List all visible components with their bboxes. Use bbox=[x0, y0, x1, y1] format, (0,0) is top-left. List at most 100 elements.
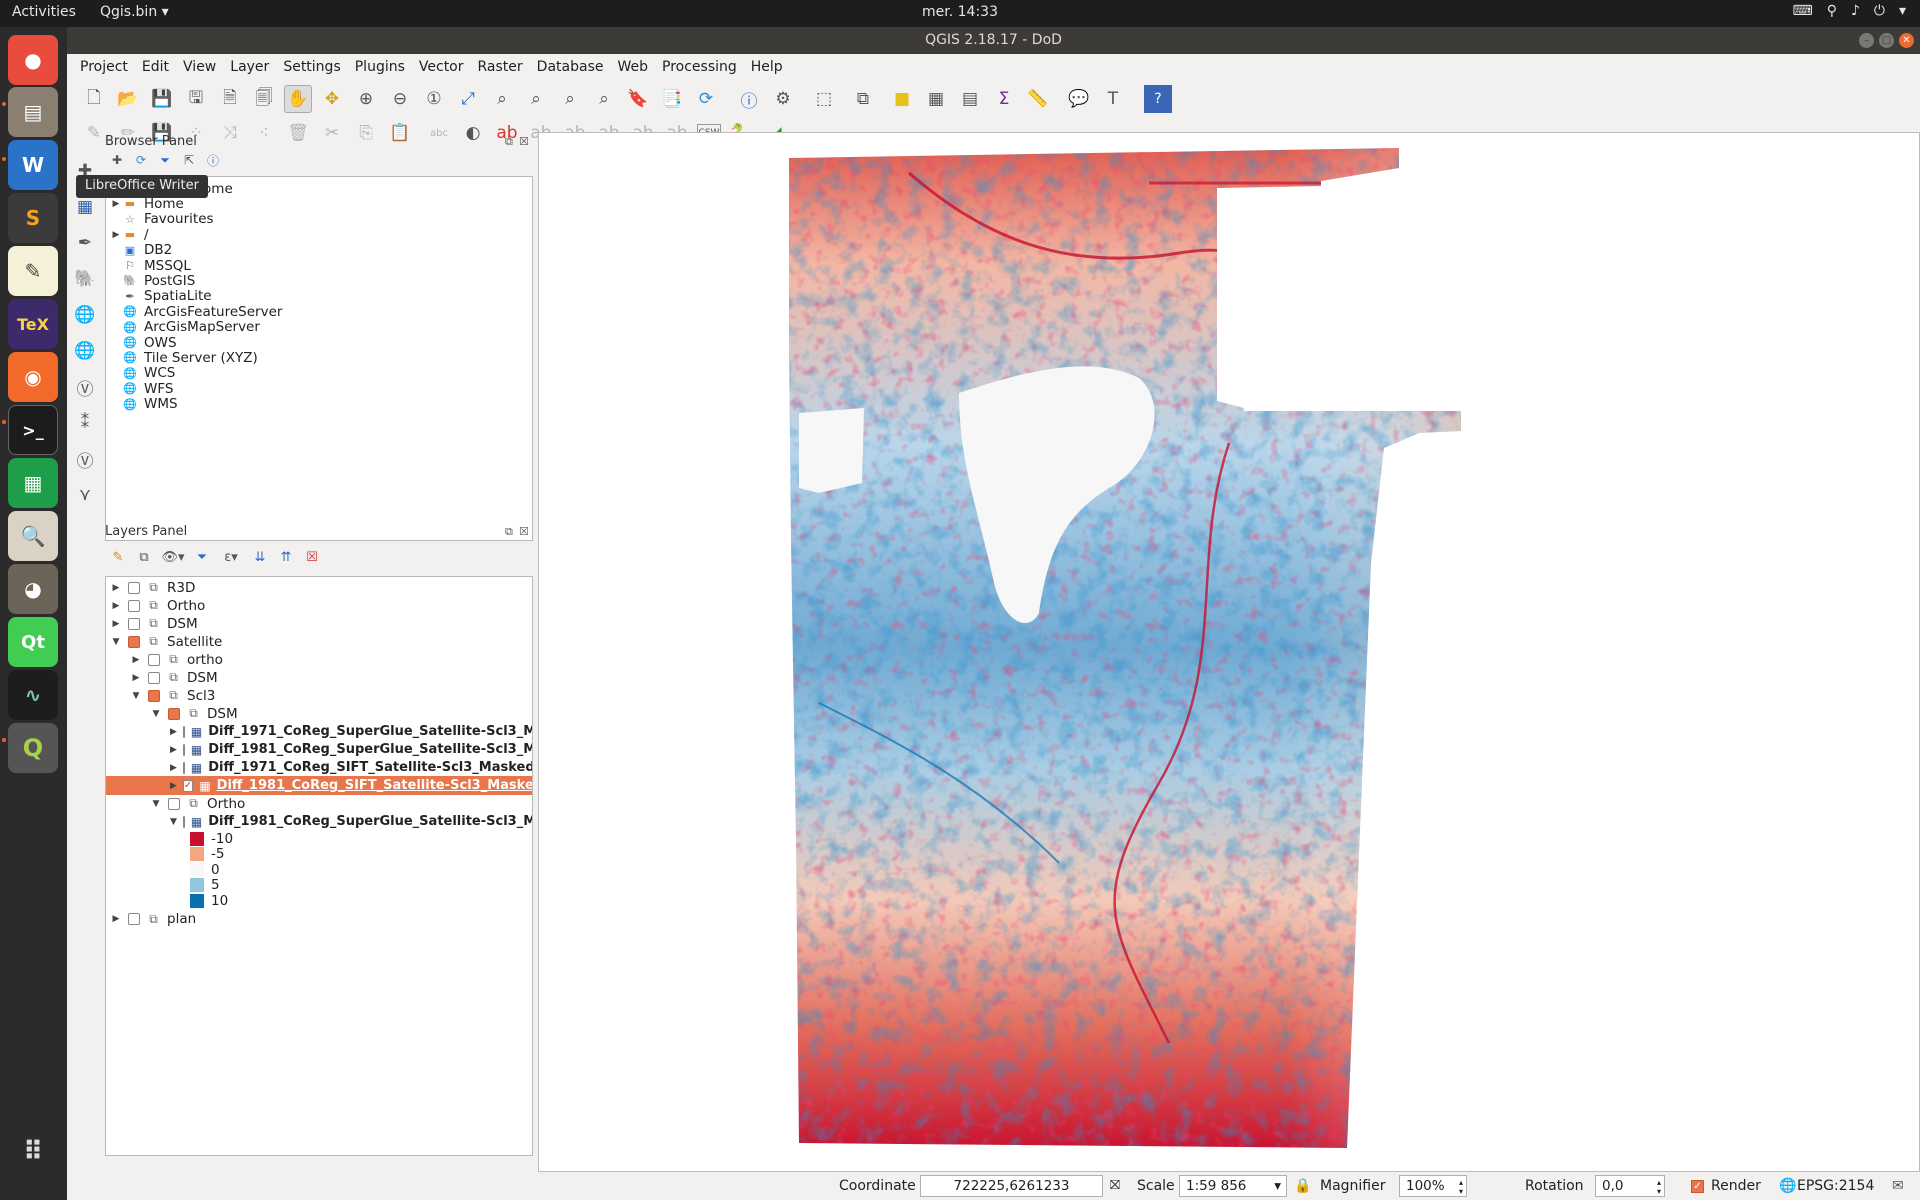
magnifier-field[interactable]: 100% ▴ ▾ bbox=[1399, 1175, 1467, 1197]
layer-group[interactable]: ▼ ⧉ Satellite bbox=[106, 632, 532, 651]
expand-arrow-icon[interactable]: ▶ bbox=[110, 230, 122, 240]
messages-icon[interactable]: ✉ bbox=[1892, 1178, 1904, 1194]
paste-features-icon[interactable]: 📋 bbox=[386, 119, 414, 147]
visibility-checkbox[interactable] bbox=[128, 913, 140, 925]
cut-features-icon[interactable]: ✂ bbox=[318, 119, 346, 147]
measure-icon[interactable]: 📏 bbox=[1024, 85, 1052, 113]
add-selected-layers-icon[interactable]: ✚ bbox=[108, 146, 126, 174]
browser-item[interactable]: 🌐 ArcGisFeatureServer bbox=[106, 304, 532, 320]
collapse-arrow-icon[interactable]: ▼ bbox=[150, 709, 162, 719]
browser-item[interactable]: 🌐 WCS bbox=[106, 365, 532, 381]
keyboard-icon[interactable]: ⌨ bbox=[1792, 3, 1812, 19]
visibility-checkbox[interactable] bbox=[128, 617, 140, 630]
crs-button[interactable]: EPSG:2154 bbox=[1797, 1178, 1874, 1194]
show-apps-icon[interactable]: ⠿ bbox=[8, 1127, 58, 1177]
collapse-all-icon[interactable]: ⇈ bbox=[276, 543, 296, 571]
layer-item[interactable]: ▶ ✓ ▦ Diff_1981_CoReg_SIFT_Satellite-Scl3_M… bbox=[106, 776, 532, 795]
node-tool-icon[interactable]: ⁖ bbox=[250, 119, 278, 147]
delete-selected-icon[interactable]: 🗑 bbox=[284, 119, 312, 147]
browser-item[interactable]: 🌐 ArcGisMapServer bbox=[106, 319, 532, 335]
layer-item[interactable]: ▼ ▦ Diff_1981_CoReg_SuperGlue_Satellite-Sc… bbox=[106, 812, 532, 831]
visibility-checkbox[interactable] bbox=[182, 761, 185, 774]
show-bookmarks-icon[interactable]: 📑 bbox=[658, 85, 686, 113]
browser-item[interactable]: ⚐ MSSQL bbox=[106, 258, 532, 274]
maximize-button[interactable]: □ bbox=[1879, 33, 1894, 48]
minimize-button[interactable]: – bbox=[1859, 33, 1874, 48]
layer-group[interactable]: ▼ ⧉ DSM bbox=[106, 704, 532, 723]
menu-plugins[interactable]: Plugins bbox=[348, 59, 412, 75]
qt-creator-icon[interactable]: Qt bbox=[8, 617, 58, 667]
firefox-icon[interactable]: ◉ bbox=[8, 352, 58, 402]
add-wfs-layer-icon[interactable]: Ⓥ bbox=[71, 373, 99, 401]
image-viewer-icon[interactable]: 🔍 bbox=[8, 511, 58, 561]
panel-close-icon[interactable]: ☒ bbox=[519, 135, 529, 148]
zoom-full-icon[interactable]: ⤢ bbox=[454, 85, 482, 113]
composer-manager-icon[interactable]: 🗐 bbox=[250, 85, 278, 113]
files-icon[interactable]: ▤ bbox=[8, 87, 58, 137]
zoom-in-icon[interactable]: ⊕ bbox=[352, 85, 380, 113]
expand-arrow-icon[interactable]: ▶ bbox=[170, 727, 177, 737]
remove-layer-icon[interactable]: ☒ bbox=[302, 543, 322, 571]
zoom-out-icon[interactable]: ⊖ bbox=[386, 85, 414, 113]
open-project-icon[interactable]: 📂 bbox=[114, 85, 142, 113]
text-editor-icon[interactable]: ✎ bbox=[8, 246, 58, 296]
attribute-table-icon[interactable]: ▦ bbox=[922, 85, 950, 113]
map-canvas[interactable] bbox=[538, 132, 1920, 1172]
browser-item[interactable]: ▶ ▬ Home bbox=[106, 196, 532, 212]
help-icon[interactable]: ? bbox=[1144, 85, 1172, 113]
visibility-checkbox[interactable] bbox=[148, 689, 160, 702]
expand-arrow-icon[interactable]: ▶ bbox=[110, 619, 122, 629]
browser-item[interactable]: 🌐 WFS bbox=[106, 381, 532, 397]
browser-item[interactable]: 🌐 WMS bbox=[106, 396, 532, 412]
save-as-icon[interactable]: 🖫 bbox=[182, 85, 210, 113]
refresh-icon[interactable]: ⟳ bbox=[692, 85, 720, 113]
pan-map-icon[interactable]: ✋ bbox=[284, 85, 312, 113]
collapse-all-icon[interactable]: ⇱ bbox=[180, 146, 198, 174]
field-calculator-icon[interactable]: ▤ bbox=[956, 85, 984, 113]
new-print-composer-icon[interactable]: 🗎 bbox=[216, 85, 244, 113]
close-button[interactable]: ✕ bbox=[1899, 33, 1914, 48]
menu-project[interactable]: Project bbox=[73, 59, 135, 75]
visibility-checkbox[interactable] bbox=[182, 815, 185, 828]
filter-expression-icon[interactable]: ε▾ bbox=[218, 543, 244, 571]
menu-vector[interactable]: Vector bbox=[412, 59, 471, 75]
clock[interactable]: mer. 14:33 bbox=[0, 4, 1920, 20]
menu-settings[interactable]: Settings bbox=[276, 59, 347, 75]
coordinate-field[interactable]: 722225,6261233 bbox=[920, 1175, 1103, 1197]
visibility-checkbox[interactable] bbox=[168, 797, 180, 810]
layer-group[interactable]: ▶ ⧉ Ortho bbox=[106, 596, 532, 615]
expand-all-icon[interactable]: ⇊ bbox=[250, 543, 270, 571]
current-edits-icon[interactable]: ✎ bbox=[80, 119, 108, 147]
zoom-layer-icon[interactable]: ⌕ bbox=[522, 85, 550, 113]
expand-arrow-icon[interactable]: ▶ bbox=[170, 745, 177, 755]
expand-arrow-icon[interactable]: ▶ bbox=[130, 655, 142, 665]
statistics-icon[interactable]: Σ bbox=[990, 85, 1018, 113]
layer-group[interactable]: ▶ ⧉ R3D bbox=[106, 578, 532, 597]
visibility-checkbox[interactable] bbox=[148, 653, 160, 666]
rotation-field[interactable]: 0,0 ▴ ▾ bbox=[1595, 1175, 1665, 1197]
expand-arrow-icon[interactable]: ▶ bbox=[110, 199, 122, 209]
add-group-icon[interactable]: ⧉ bbox=[134, 543, 154, 571]
accessibility-icon[interactable]: ⚲ bbox=[1827, 3, 1837, 19]
layer-group[interactable]: ▶ ⧉ plan bbox=[106, 910, 532, 929]
chevron-down-icon[interactable]: ▾ bbox=[1899, 3, 1906, 19]
deselect-icon[interactable]: ■ bbox=[888, 85, 916, 113]
zoom-next-icon[interactable]: ⌕ bbox=[590, 85, 618, 113]
visibility-icon[interactable]: 👁▾ bbox=[160, 543, 186, 571]
layer-item[interactable]: ▶ ▦ Diff_1971_CoReg_SIFT_Satellite-Scl3_Ma… bbox=[106, 758, 532, 777]
visibility-checkbox[interactable] bbox=[182, 743, 185, 756]
expand-arrow-icon[interactable]: ▶ bbox=[110, 583, 122, 593]
add-postgis-layer-icon[interactable]: 🐘 bbox=[71, 265, 99, 293]
terminal-icon[interactable]: >_ bbox=[8, 405, 58, 455]
zoom-last-icon[interactable]: ⌕ bbox=[556, 85, 584, 113]
visibility-checkbox[interactable] bbox=[128, 599, 140, 612]
menu-layer[interactable]: Layer bbox=[223, 59, 276, 75]
expand-arrow-icon[interactable]: ▶ bbox=[170, 781, 177, 791]
select-features-icon[interactable]: ⬚ bbox=[810, 85, 838, 113]
filter-legend-icon[interactable]: ⏷ bbox=[192, 543, 212, 571]
system-monitor-icon[interactable]: ∿ bbox=[8, 670, 58, 720]
menu-processing[interactable]: Processing bbox=[655, 59, 744, 75]
expand-arrow-icon[interactable]: ▶ bbox=[110, 914, 122, 924]
new-bookmark-icon[interactable]: 🔖 bbox=[624, 85, 652, 113]
texmaker-icon[interactable]: TeX bbox=[8, 299, 58, 349]
